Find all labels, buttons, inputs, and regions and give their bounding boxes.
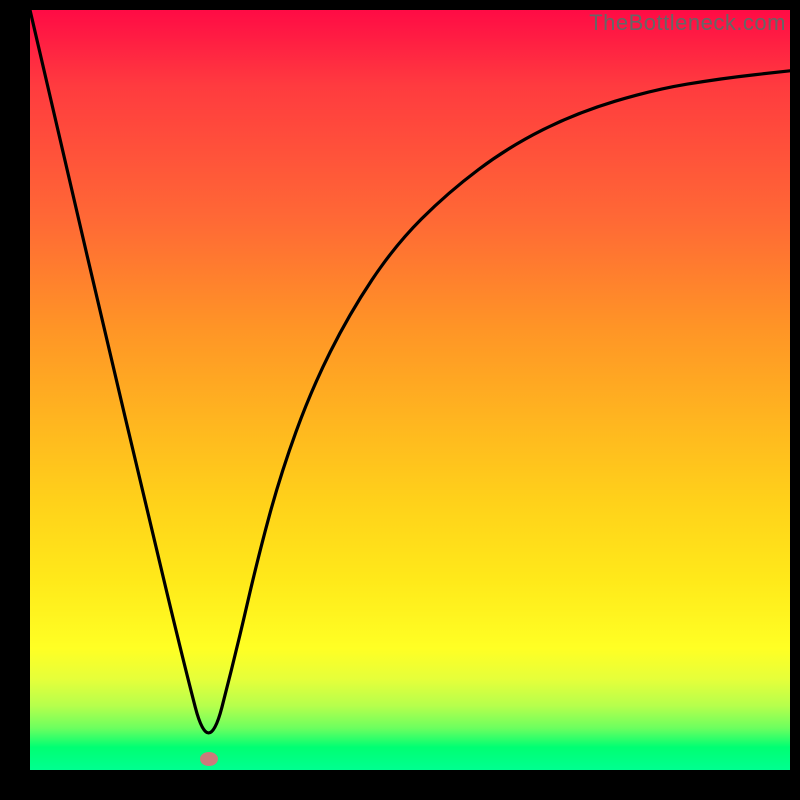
optimal-point-marker <box>200 752 218 766</box>
plot-area: TheBottleneck.com <box>30 10 790 770</box>
bottleneck-curve <box>30 10 790 770</box>
chart-frame: TheBottleneck.com <box>0 0 800 800</box>
